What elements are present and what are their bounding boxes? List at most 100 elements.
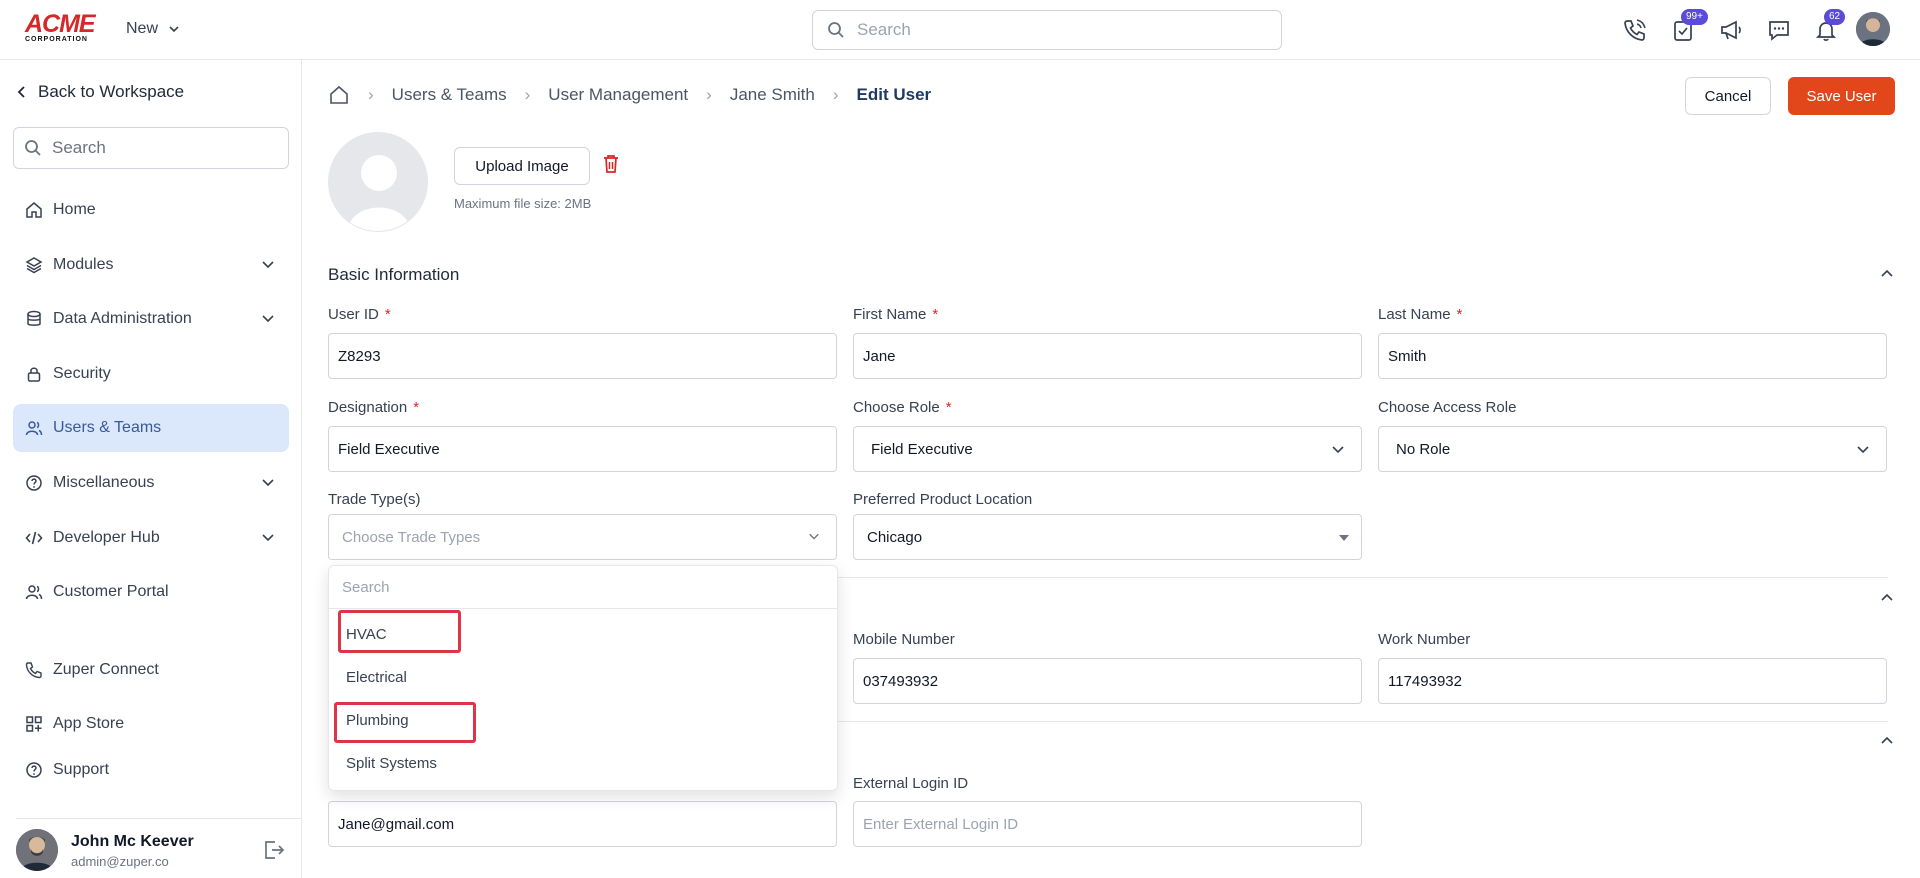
notifications-badge: 62 xyxy=(1824,9,1846,25)
layers-icon xyxy=(25,257,43,274)
designation-label: Designation * xyxy=(328,399,420,416)
option-electrical[interactable]: Electrical xyxy=(346,669,407,686)
sidebar-item-users-teams[interactable]: Users & Teams xyxy=(13,404,289,452)
first-name-input[interactable]: Jane xyxy=(853,333,1362,379)
mobile-number-input[interactable]: 037493932 xyxy=(853,658,1362,704)
user-email: admin@zuper.co xyxy=(71,854,169,869)
breadcrumb-user[interactable]: Jane Smith xyxy=(730,85,815,105)
home-icon[interactable] xyxy=(328,84,350,106)
grid-plus-icon xyxy=(26,716,42,732)
back-label: Back to Workspace xyxy=(38,82,185,101)
mobile-number-label: Mobile Number xyxy=(853,631,955,648)
access-role-select[interactable]: No Role xyxy=(1378,426,1887,472)
chevron-right-icon: › xyxy=(524,85,531,104)
breadcrumb: › Users & Teams › User Management › Jane… xyxy=(328,84,931,106)
sidebar-item-label: Developer Hub xyxy=(53,529,160,546)
role-label: Choose Role * xyxy=(853,399,952,416)
caret-down-icon xyxy=(1339,535,1349,541)
lock-icon xyxy=(27,367,41,382)
external-login-input[interactable]: Enter External Login ID xyxy=(853,801,1362,847)
trade-types-select[interactable]: Choose Trade Types xyxy=(328,514,837,560)
search-icon xyxy=(828,22,844,38)
trash-icon[interactable] xyxy=(602,154,620,174)
bell-icon[interactable]: 62 xyxy=(1812,9,1846,44)
chat-icon[interactable] xyxy=(1765,16,1793,44)
highlight-box-hvac xyxy=(338,610,461,653)
sidebar-item-label: Users & Teams xyxy=(53,419,162,436)
logo-text: ACME xyxy=(25,10,96,38)
global-search-input[interactable]: Search xyxy=(812,10,1282,50)
sidebar-search-input[interactable]: Search xyxy=(13,127,289,169)
role-select[interactable]: Field Executive xyxy=(853,426,1362,472)
phone-icon[interactable] xyxy=(1621,16,1649,44)
database-icon xyxy=(27,310,41,326)
search-placeholder: Search xyxy=(857,20,911,39)
chevron-down-icon xyxy=(169,26,179,33)
sidebar-item-customer-portal[interactable]: Customer Portal xyxy=(13,568,289,616)
breadcrumb-users-teams[interactable]: Users & Teams xyxy=(392,85,507,105)
product-location-label: Preferred Product Location xyxy=(853,491,1033,508)
home-icon xyxy=(26,202,42,218)
acme-logo[interactable]: ACME CORPORATION xyxy=(25,12,101,44)
sidebar-item-modules[interactable]: Modules xyxy=(13,241,289,289)
chevron-down-icon xyxy=(1332,446,1344,454)
sidebar-item-label: Home xyxy=(53,201,96,218)
user-id-input[interactable]: Z8293 xyxy=(328,333,837,379)
sidebar-item-security[interactable]: Security xyxy=(13,350,289,398)
breadcrumb-user-management[interactable]: User Management xyxy=(548,85,688,105)
chevron-up-icon[interactable] xyxy=(1880,591,1894,605)
user-name: John Mc Keever xyxy=(71,833,194,850)
sidebar-item-label: Zuper Connect xyxy=(53,661,159,678)
access-role-label: Choose Access Role xyxy=(1378,399,1517,416)
chevron-down-icon xyxy=(262,534,274,542)
product-location-select[interactable]: Chicago xyxy=(853,514,1362,560)
sidebar-item-label: Miscellaneous xyxy=(53,474,155,491)
trade-types-label: Trade Type(s) xyxy=(328,491,421,508)
chevron-right-icon: › xyxy=(368,85,374,104)
external-login-label: External Login ID xyxy=(853,775,969,792)
chevron-down-icon xyxy=(262,261,274,269)
chevron-up-icon[interactable] xyxy=(1880,267,1894,281)
megaphone-icon[interactable] xyxy=(1717,16,1745,44)
avatar[interactable] xyxy=(16,829,58,871)
sidebar-item-developer-hub[interactable]: Developer Hub xyxy=(13,514,289,562)
dropdown-search-input[interactable]: Search xyxy=(329,566,837,609)
sidebar-item-data-administration[interactable]: Data Administration xyxy=(13,295,289,343)
sidebar-item-app-store[interactable]: App Store xyxy=(13,700,289,748)
sidebar-item-label: Customer Portal xyxy=(53,583,169,600)
designation-input[interactable]: Field Executive xyxy=(328,426,837,472)
sidebar-item-home[interactable]: Home xyxy=(13,186,289,234)
new-label: New xyxy=(126,20,159,37)
chevron-down-icon xyxy=(262,315,274,323)
sidebar-item-label: App Store xyxy=(53,715,125,732)
work-number-label: Work Number xyxy=(1378,631,1471,648)
trade-types-placeholder: Choose Trade Types xyxy=(342,528,481,546)
highlight-box-plumbing xyxy=(334,702,476,743)
help-circle-icon xyxy=(26,475,42,491)
chevron-down-icon xyxy=(262,479,274,487)
product-location-value: Chicago xyxy=(867,528,923,546)
role-value: Field Executive xyxy=(871,440,973,458)
last-name-input[interactable]: Smith xyxy=(1378,333,1887,379)
email-field[interactable]: Jane@gmail.com xyxy=(328,801,837,847)
tasks-badge: 99+ xyxy=(1681,9,1708,25)
work-number-input[interactable]: 117493932 xyxy=(1378,658,1887,704)
access-role-value: No Role xyxy=(1396,440,1451,458)
profile-avatar[interactable] xyxy=(1856,12,1890,46)
upload-image-button[interactable]: Upload Image xyxy=(454,147,590,185)
tasks-icon[interactable]: 99+ xyxy=(1669,9,1708,44)
sidebar-item-support[interactable]: Support xyxy=(13,746,289,794)
chevron-up-icon[interactable] xyxy=(1880,734,1894,748)
back-to-workspace-link[interactable]: Back to Workspace xyxy=(16,82,184,102)
logout-icon[interactable] xyxy=(262,839,286,861)
option-split-systems[interactable]: Split Systems xyxy=(346,755,437,772)
search-icon xyxy=(25,140,41,156)
chevron-right-icon: › xyxy=(832,85,839,104)
sidebar-item-miscellaneous[interactable]: Miscellaneous xyxy=(13,459,289,507)
save-user-button[interactable]: Save User xyxy=(1788,77,1895,115)
new-menu-button[interactable]: New xyxy=(126,20,180,38)
chevron-down-icon xyxy=(1857,446,1869,454)
user-id-label: User ID * xyxy=(328,306,391,323)
cancel-button[interactable]: Cancel xyxy=(1685,77,1771,115)
sidebar-item-zuper-connect[interactable]: Zuper Connect xyxy=(13,646,289,694)
